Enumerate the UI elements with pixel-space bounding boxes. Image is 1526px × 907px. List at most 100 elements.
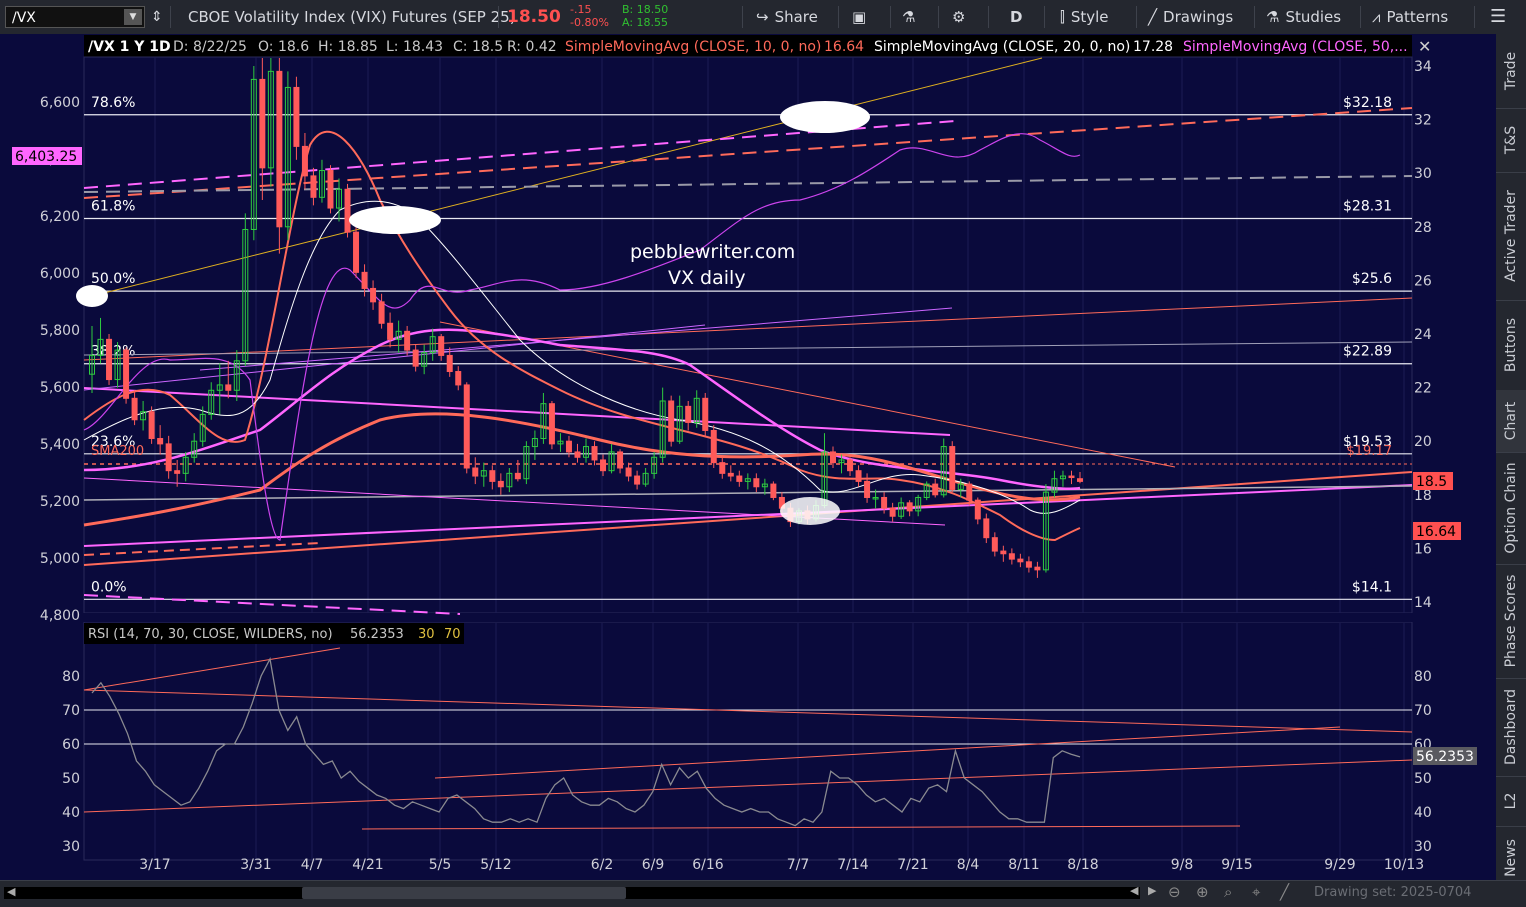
crosshair-off-icon[interactable]: ✕ (1418, 37, 1431, 56)
sma200-price: $19.17 (1347, 444, 1393, 459)
candle-body (225, 384, 232, 391)
candle-body (574, 451, 581, 458)
scrollbar-thumb[interactable] (302, 887, 626, 899)
scrollbar-track[interactable]: ◀ (4, 885, 1140, 899)
candle-body (378, 301, 385, 324)
symbol-input[interactable]: /VX ▼ (5, 6, 145, 28)
drawings-button[interactable]: ╱ Drawings (1148, 0, 1233, 34)
rsi-left-tick: 60 (62, 737, 80, 753)
sidebar-tab-active-trader[interactable]: Active Trader (1496, 172, 1526, 301)
sidebar-tab-trade[interactable]: Trade (1496, 34, 1526, 109)
trendline-violet (83, 324, 706, 391)
x-axis-tick: 8/11 (1008, 857, 1039, 873)
pencil-icon[interactable]: ╱ (1280, 883, 1289, 901)
x-axis: 3/17 3/31 4/7 4/21 5/5 5/12 6/2 6/9 6/16 7/7 7/14 7… (139, 857, 1424, 873)
chevron-down-icon[interactable]: ▼ (124, 9, 142, 25)
sidebar-tab-t-s[interactable]: T&S (1496, 108, 1526, 173)
fib-price-label: $32.18 (1343, 95, 1392, 111)
bottom-bar: ◀ ◀ ▶ ⊖ ⊕ ⌕ ⌖ ╱ Drawing set: 2025-0704 (0, 880, 1526, 907)
candle-body (310, 175, 317, 198)
candle-body (991, 537, 998, 552)
right-axis-tick: 18 (1414, 488, 1432, 504)
sidebar-tab-label: Option Chain (1503, 462, 1519, 554)
pencil-icon: ╱ (1148, 8, 1158, 26)
scroll-right-icon[interactable]: ▶ (1148, 884, 1156, 897)
right-axis-tick: 34 (1414, 59, 1432, 75)
crosshair-icon[interactable]: ⌖ (1252, 883, 1260, 901)
chart-canvas[interactable]: /VX 1 Y 1D D: 8/22/25 O: 18.6 H: 18.85 L… (0, 34, 1496, 880)
right-axis-tick: 28 (1414, 220, 1432, 236)
menu-icon[interactable]: ☰ (1490, 0, 1506, 34)
style-button[interactable]: ⫿ Style (1060, 0, 1109, 34)
candle-body (514, 472, 521, 480)
right-axis-tick: 14 (1414, 595, 1432, 611)
patterns-button[interactable]: ⩘ Patterns (1372, 0, 1448, 34)
sidebar-tab-l2[interactable]: L2 (1496, 776, 1526, 827)
flask-icon[interactable]: ⚗ (902, 0, 915, 34)
fib-price-label: $28.31 (1343, 198, 1392, 214)
candle-body (1017, 558, 1024, 563)
candle-body (1008, 553, 1015, 560)
bid-ask: B: 18.50 A: 18.55 (622, 3, 668, 29)
rsi-trendline (361, 825, 1241, 830)
sidebar-tab-buttons[interactable]: Buttons (1496, 300, 1526, 391)
fib-pct-label: 0.0% (91, 579, 127, 595)
chart-area[interactable]: /VX 1 Y 1D D: 8/22/25 O: 18.6 H: 18.85 L… (0, 34, 1496, 880)
trendline-yellow (83, 57, 1043, 299)
left-axis-tick: 5,600 (40, 380, 80, 396)
candle-body (753, 478, 760, 488)
rsi-axis: 30 3040 4050 5060 6070 7080 80 (62, 669, 1432, 855)
sidebar-tab-dashboard[interactable]: Dashboard (1496, 678, 1526, 777)
rsi-trendlines (83, 647, 1413, 830)
drawing-set-label[interactable]: Drawing set: 2025-0704 (1314, 885, 1471, 900)
highlight-ellipse (76, 285, 108, 307)
candle-body (131, 397, 138, 421)
dock-icon[interactable]: ⇕ (151, 0, 163, 34)
divider (938, 6, 939, 28)
candle-body (966, 483, 973, 501)
candle-body (1077, 478, 1083, 482)
studies-button[interactable]: ⚗ Studies (1266, 0, 1341, 34)
share-button[interactable]: ↪ Share (756, 0, 818, 34)
x-axis-tick: 4/7 (301, 857, 324, 873)
candle-body (719, 462, 726, 474)
candle-body (438, 336, 445, 356)
rsi-left-tick: 30 (62, 839, 80, 855)
x-axis-tick: 6/9 (642, 857, 665, 873)
divider (1044, 6, 1045, 28)
aggregation-button[interactable]: D (1010, 0, 1022, 34)
right-axis-tick: 26 (1414, 273, 1432, 289)
sidebar-tab-label: Active Trader (1503, 190, 1519, 282)
search-icon[interactable]: ⌕ (1224, 883, 1232, 901)
divider (988, 6, 989, 28)
x-axis-tick: 7/7 (787, 857, 810, 873)
fib-price-label: $22.89 (1343, 344, 1392, 360)
left-axis-tick: 5,800 (40, 323, 80, 339)
candle-body (387, 322, 394, 340)
x-axis-tick: 5/5 (429, 857, 452, 873)
zoom-out-icon[interactable]: ⊖ (1168, 883, 1181, 901)
ask-price: A: 18.55 (622, 16, 669, 29)
zoom-in-icon[interactable]: ⊕ (1196, 883, 1209, 901)
candle-body (489, 470, 496, 482)
sma20-line (83, 200, 1081, 514)
highlight-ellipse (780, 497, 840, 525)
scroll-left-icon[interactable]: ◀ (1130, 884, 1138, 897)
scroll-left-icon[interactable]: ◀ (7, 885, 15, 898)
left-axis-tick: 5,000 (40, 551, 80, 567)
candle-body (174, 470, 181, 474)
sidebar-tab-phase-scores[interactable]: Phase Scores (1496, 564, 1526, 679)
candle-body (370, 287, 377, 303)
candle-body (889, 507, 896, 517)
candle-body (455, 371, 462, 386)
sidebar-tab-option-chain[interactable]: Option Chain (1496, 452, 1526, 565)
gear-icon[interactable]: ⚙ (952, 0, 965, 34)
sidebar-tab-chart[interactable]: Chart (1496, 390, 1526, 453)
candle-body (548, 403, 555, 445)
screenshot-icon[interactable]: ▣ (852, 0, 866, 34)
header-high: H: 18.85 (318, 39, 378, 55)
candle-body (157, 438, 164, 445)
candle-body (497, 480, 504, 488)
sma10-price-marker-text: 16.64 (1416, 524, 1456, 540)
left-axis-tick: 5,400 (40, 437, 80, 453)
